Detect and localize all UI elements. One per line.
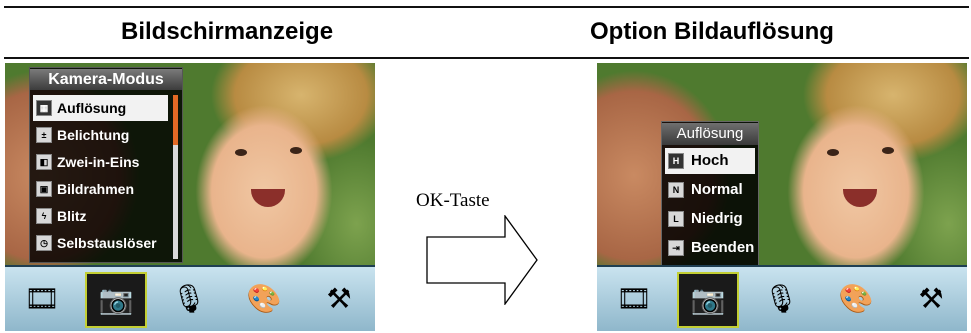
ok-key-label: OK-Taste [416,190,490,211]
submenu-item-label: Normal [691,181,743,198]
tools-icon[interactable]: ⚒ [902,274,960,324]
video-mode-icon[interactable]: 🎞 [13,274,71,324]
frame-icon: ▣ [36,181,52,197]
menu-scroll-thumb[interactable] [173,95,178,145]
submenu-item-label: Hoch [691,152,729,169]
left-screen: Kamera-Modus ▦ Auflösung ± Belichtung ◧ … [5,63,375,331]
menu-item-label: Blitz [57,208,87,224]
exit-icon: ⇥ [668,240,684,256]
left-header: Bildschirmanzeige [121,18,334,45]
menu-title: Kamera-Modus [30,69,182,90]
submenu-item-label: Niedrig [691,210,743,227]
camera-mode-icon[interactable]: 📷 [85,272,147,328]
camera-mode-icon[interactable]: 📷 [677,272,739,328]
menu-item-label: Zwei-in-Eins [57,154,140,170]
photo-detail [827,149,839,156]
resolution-submenu: Auflösung H Hoch N Normal L Niedrig ⇥ Be… [661,121,759,269]
mode-icon-bar: 🎞 📷 🎙 🎨 ⚒ [597,265,967,331]
menu-item-label: Auflösung [57,100,127,116]
menu-item-zwei-in-eins[interactable]: ◧ Zwei-in-Eins [33,149,168,175]
video-mode-icon[interactable]: 🎞 [605,274,663,324]
menu-item-blitz[interactable]: ϟ Blitz [33,203,168,229]
photo-detail [235,149,247,156]
microphone-icon[interactable]: 🎙 [160,274,218,324]
photo-detail [290,147,302,154]
flash-icon: ϟ [36,208,52,224]
top-rule [4,6,969,8]
menu-item-label: Selbstauslöser [57,235,157,251]
microphone-icon[interactable]: 🎙 [752,274,810,324]
submenu-item-normal[interactable]: N Normal [665,177,755,203]
menu-item-selbstausloeser[interactable]: ◷ Selbstauslöser [33,230,168,256]
submenu-item-niedrig[interactable]: L Niedrig [665,206,755,232]
self-timer-icon: ◷ [36,235,52,251]
submenu-item-beenden[interactable]: ⇥ Beenden [665,235,755,261]
header-rule [4,57,969,59]
right-screen: Auflösung H Hoch N Normal L Niedrig ⇥ Be… [597,63,967,331]
right-arrow-icon [426,215,538,305]
menu-item-belichtung[interactable]: ± Belichtung [33,122,168,148]
submenu-item-label: Beenden [691,239,755,256]
high-icon: H [668,153,684,169]
two-in-one-icon: ◧ [36,154,52,170]
resolution-icon: ▦ [36,100,52,116]
menu-item-bildrahmen[interactable]: ▣ Bildrahmen [33,176,168,202]
mode-icon-bar: 🎞 📷 🎙 🎨 ⚒ [5,265,375,331]
palette-icon[interactable]: 🎨 [827,274,885,324]
normal-icon: N [668,182,684,198]
photo-detail [882,147,894,154]
exposure-icon: ± [36,127,52,143]
menu-item-aufloesung[interactable]: ▦ Auflösung [33,95,168,121]
submenu-item-hoch[interactable]: H Hoch [665,148,755,174]
palette-icon[interactable]: 🎨 [235,274,293,324]
menu-item-label: Belichtung [57,127,130,143]
low-icon: L [668,211,684,227]
camera-mode-menu: Kamera-Modus ▦ Auflösung ± Belichtung ◧ … [29,67,183,263]
menu-item-label: Bildrahmen [57,181,135,197]
tools-icon[interactable]: ⚒ [310,274,368,324]
submenu-title: Auflösung [662,123,758,145]
right-header: Option Bildauflösung [590,18,834,45]
